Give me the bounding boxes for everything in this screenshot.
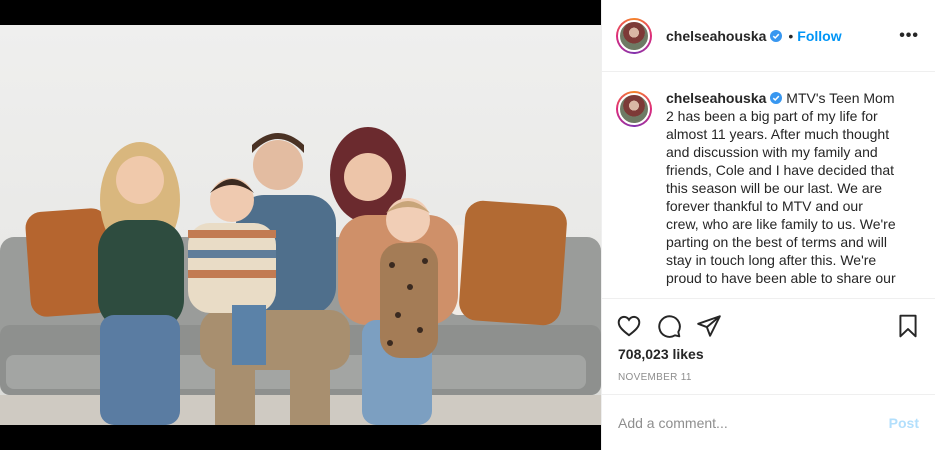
comment-bar: Post	[602, 394, 935, 450]
comment-input[interactable]	[618, 414, 889, 431]
post-media	[0, 0, 601, 450]
post-header: chelseahouska • Follow •••	[602, 0, 935, 72]
username[interactable]: chelseahouska	[666, 28, 766, 44]
verified-badge-icon	[770, 92, 783, 104]
more-options-icon[interactable]: •••	[899, 27, 919, 45]
likes-count[interactable]: 708,023 likes	[618, 346, 704, 362]
send-icon[interactable]	[696, 313, 722, 339]
post-date[interactable]: NOVEMBER 11	[618, 372, 692, 383]
post-photo[interactable]	[0, 25, 601, 425]
caption: chelseahouska MTV's Teen Mom 2 has been …	[616, 89, 919, 297]
avatar[interactable]	[616, 17, 652, 54]
avatar-image	[618, 19, 650, 52]
action-bar	[602, 298, 935, 353]
avatar-image	[618, 93, 650, 125]
post-side-panel: chelseahouska • Follow ••• chelseahouska…	[601, 0, 935, 450]
bookmark-icon[interactable]	[895, 313, 921, 339]
post-comment-button[interactable]: Post	[889, 415, 919, 431]
heart-icon[interactable]	[616, 313, 642, 339]
caption-username[interactable]: chelseahouska	[666, 90, 766, 106]
caption-body: chelseahouska MTV's Teen Mom 2 has been …	[666, 89, 898, 297]
family-photo-illustration	[0, 127, 601, 425]
caption-text: MTV's Teen Mom 2 has been a big part of …	[666, 90, 896, 286]
caption-avatar[interactable]	[616, 91, 652, 127]
verified-badge-icon	[770, 29, 783, 42]
separator-dot: •	[788, 27, 794, 44]
comment-icon[interactable]	[656, 313, 682, 339]
follow-button[interactable]: Follow	[797, 28, 841, 44]
